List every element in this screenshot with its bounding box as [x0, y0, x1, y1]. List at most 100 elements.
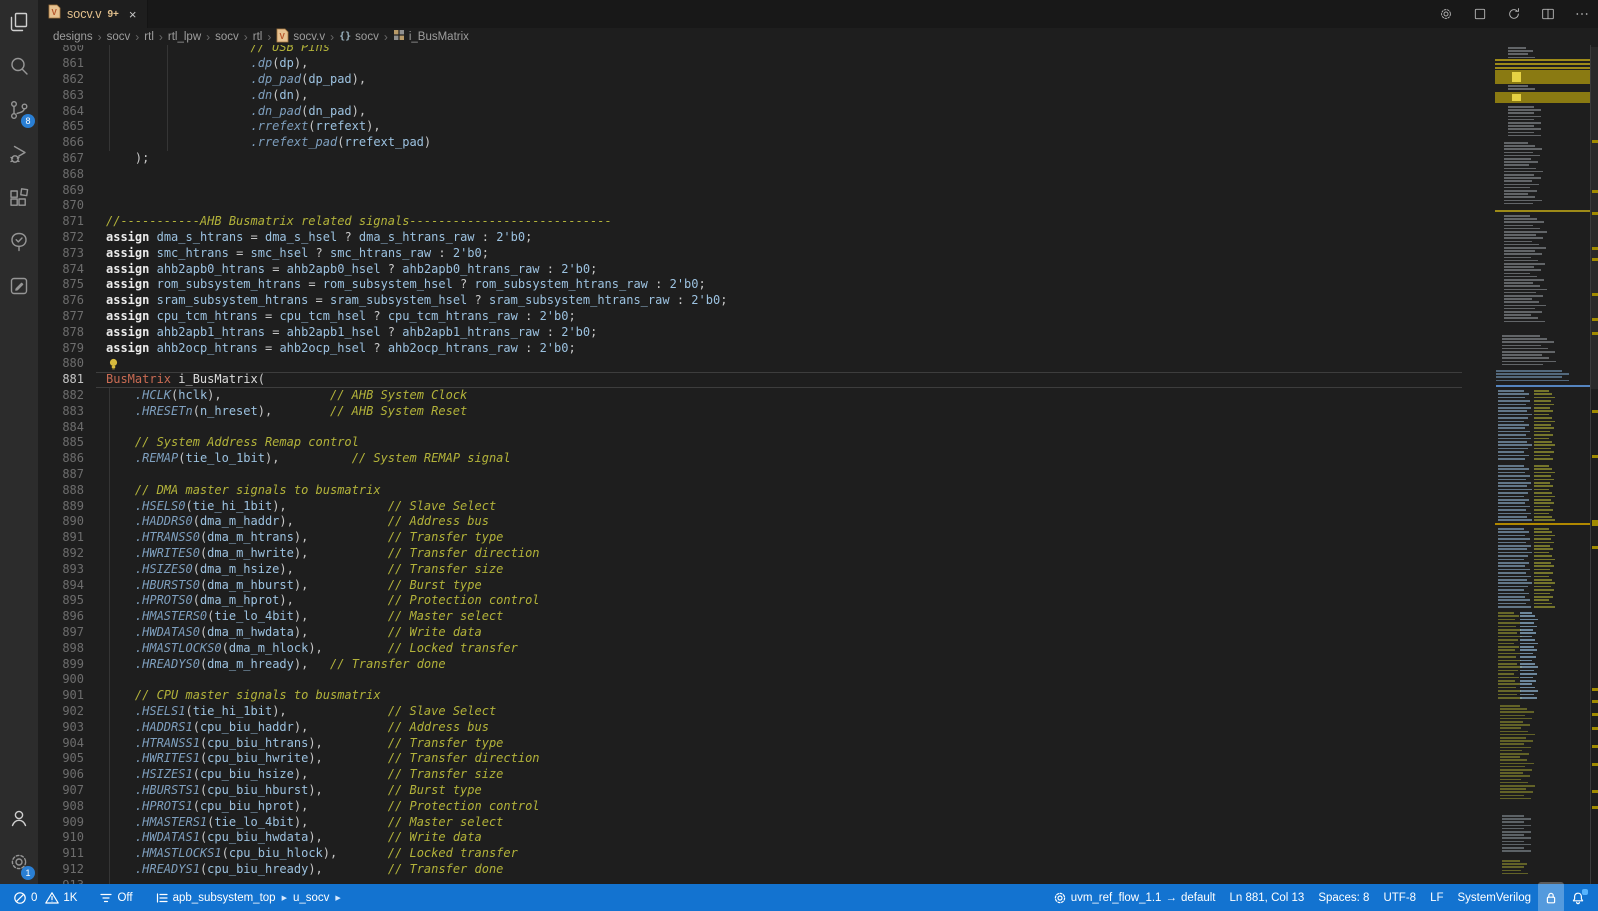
- code-line[interactable]: 907 .HBURSTS1(cpu_biu_hburst), // Burst …: [38, 783, 1462, 799]
- line-number[interactable]: 864: [38, 104, 84, 120]
- line-number[interactable]: 885: [38, 435, 84, 451]
- code-line[interactable]: 906 .HSIZES1(cpu_biu_hsize), // Transfer…: [38, 767, 1462, 783]
- line-number[interactable]: 883: [38, 404, 84, 420]
- line-number[interactable]: 894: [38, 578, 84, 594]
- code-line[interactable]: 882 .HCLK(hclk), // AHB System Clock: [38, 388, 1462, 404]
- code-line[interactable]: 897 .HWDATAS0(dma_m_hwdata), // Write da…: [38, 625, 1462, 641]
- code-line[interactable]: 863 .dn(dn),: [38, 88, 1462, 104]
- split-editor-icon[interactable]: [1540, 6, 1556, 22]
- line-number[interactable]: 862: [38, 72, 84, 88]
- code-line[interactable]: 861 .dp(dp),: [38, 56, 1462, 72]
- code-line[interactable]: 862 .dp_pad(dp_pad),: [38, 72, 1462, 88]
- line-number[interactable]: 890: [38, 514, 84, 530]
- activity-item-account[interactable]: [0, 796, 38, 840]
- line-number[interactable]: 888: [38, 483, 84, 499]
- code-line[interactable]: 885 // System Address Remap control: [38, 435, 1462, 451]
- line-number[interactable]: 886: [38, 451, 84, 467]
- activity-item-extensions[interactable]: [0, 176, 38, 220]
- line-number[interactable]: 863: [38, 88, 84, 104]
- line-number[interactable]: 907: [38, 783, 84, 799]
- line-number[interactable]: 906: [38, 767, 84, 783]
- code-line[interactable]: 903 .HADDRS1(cpu_biu_haddr), // Address …: [38, 720, 1462, 736]
- activity-item-settings[interactable]: 1: [0, 840, 38, 884]
- code-line[interactable]: 873assign smc_htrans = smc_hsel ? smc_ht…: [38, 246, 1462, 262]
- line-number[interactable]: 884: [38, 420, 84, 436]
- line-number[interactable]: 876: [38, 293, 84, 309]
- code-line[interactable]: 901 // CPU master signals to busmatrix: [38, 688, 1462, 704]
- code-line[interactable]: 900: [38, 672, 1462, 688]
- code-line[interactable]: 909 .HMASTERS1(tie_lo_4bit), // Master s…: [38, 815, 1462, 831]
- breadcrumb-item-socv.v[interactable]: Vsocv.v: [276, 28, 325, 46]
- code-line[interactable]: 869: [38, 183, 1462, 199]
- line-number[interactable]: 877: [38, 309, 84, 325]
- line-number[interactable]: 910: [38, 830, 84, 846]
- code-line[interactable]: 895 .HPROTS0(dma_m_hprot), // Protection…: [38, 593, 1462, 609]
- code-line[interactable]: 889 .HSELS0(tie_hi_1bit), // Slave Selec…: [38, 499, 1462, 515]
- line-number[interactable]: 899: [38, 657, 84, 673]
- line-number[interactable]: 909: [38, 815, 84, 831]
- code-line[interactable]: 912 .HREADYS1(cpu_biu_hready), // Transf…: [38, 862, 1462, 878]
- box-icon[interactable]: [1472, 6, 1488, 22]
- indentation-setting[interactable]: Spaces: 8: [1311, 884, 1376, 911]
- line-number[interactable]: 868: [38, 167, 84, 183]
- line-number[interactable]: 897: [38, 625, 84, 641]
- line-number[interactable]: 912: [38, 862, 84, 878]
- line-number[interactable]: 898: [38, 641, 84, 657]
- line-number[interactable]: 880: [38, 356, 84, 372]
- code-line[interactable]: 891 .HTRANSS0(dma_m_htrans), // Transfer…: [38, 530, 1462, 546]
- code-line[interactable]: 860 // USB Pins: [38, 45, 1462, 56]
- line-number[interactable]: 896: [38, 609, 84, 625]
- code-line[interactable]: 886 .REMAP(tie_lo_1bit), // System REMAP…: [38, 451, 1462, 467]
- code-line[interactable]: 890 .HADDRS0(dma_m_haddr), // Address bu…: [38, 514, 1462, 530]
- line-number[interactable]: 872: [38, 230, 84, 246]
- breadcrumb-item-socv[interactable]: {}socv: [339, 31, 379, 43]
- code-line[interactable]: 905 .HWRITES1(cpu_biu_hwrite), // Transf…: [38, 751, 1462, 767]
- code-line[interactable]: 899 .HREADYS0(dma_m_hready), // Transfer…: [38, 657, 1462, 673]
- minimap[interactable]: [1462, 45, 1590, 884]
- scrollbar-overview-ruler[interactable]: [1590, 45, 1598, 884]
- activity-item-notebook-edit[interactable]: [0, 264, 38, 308]
- code-line[interactable]: 894 .HBURSTS0(dma_m_hburst), // Burst ty…: [38, 578, 1462, 594]
- line-number[interactable]: 873: [38, 246, 84, 262]
- code-line[interactable]: 867 );: [38, 151, 1462, 167]
- language-mode[interactable]: SystemVerilog: [1450, 884, 1538, 911]
- code-line[interactable]: 910 .HWDATAS1(cpu_biu_hwdata), // Write …: [38, 830, 1462, 846]
- activity-item-testing-tree[interactable]: [0, 220, 38, 264]
- activity-item-search[interactable]: [0, 44, 38, 88]
- notifications-bell[interactable]: [1564, 884, 1592, 911]
- code-line[interactable]: 896 .HMASTERS0(tie_lo_4bit), // Master s…: [38, 609, 1462, 625]
- breadcrumb-item-i_BusMatrix[interactable]: i_BusMatrix: [393, 29, 469, 44]
- breadcrumb-item-rtl_lpw[interactable]: rtl_lpw: [168, 31, 201, 43]
- code-line[interactable]: 881BusMatrix i_BusMatrix(: [38, 372, 1462, 388]
- line-number[interactable]: 865: [38, 119, 84, 135]
- line-number[interactable]: 905: [38, 751, 84, 767]
- code-line[interactable]: 866 .rrefext_pad(rrefext_pad): [38, 135, 1462, 151]
- cursor-position[interactable]: Ln 881, Col 13: [1223, 884, 1312, 911]
- line-number[interactable]: 889: [38, 499, 84, 515]
- design-scope[interactable]: apb_subsystem_top▶u_socv▶: [148, 884, 350, 911]
- breadcrumb-item-socv[interactable]: socv: [107, 31, 131, 43]
- line-number[interactable]: 869: [38, 183, 84, 199]
- code-line[interactable]: 877assign cpu_tcm_htrans = cpu_tcm_hsel …: [38, 309, 1462, 325]
- code-editor[interactable]: 860 // USB Pins861 .dp(dp),862 .dp_pad(d…: [38, 45, 1462, 884]
- code-line[interactable]: 872assign dma_s_htrans = dma_s_hsel ? dm…: [38, 230, 1462, 246]
- lock-indicator[interactable]: [1538, 882, 1564, 911]
- code-line[interactable]: 864 .dn_pad(dn_pad),: [38, 104, 1462, 120]
- line-number[interactable]: 895: [38, 593, 84, 609]
- line-number[interactable]: 866: [38, 135, 84, 151]
- line-number[interactable]: 861: [38, 56, 84, 72]
- env-flow-selector[interactable]: uvm_ref_flow_1.1 → default: [1046, 884, 1223, 911]
- line-number[interactable]: 860: [38, 45, 84, 56]
- code-line[interactable]: 876assign sram_subsystem_htrans = sram_s…: [38, 293, 1462, 309]
- line-number[interactable]: 874: [38, 262, 84, 278]
- code-line[interactable]: 878assign ahb2apb1_htrans = ahb2apb1_hse…: [38, 325, 1462, 341]
- code-line[interactable]: 875assign rom_subsystem_htrans = rom_sub…: [38, 277, 1462, 293]
- line-number[interactable]: 892: [38, 546, 84, 562]
- line-number[interactable]: 911: [38, 846, 84, 862]
- line-number[interactable]: 903: [38, 720, 84, 736]
- line-number[interactable]: 878: [38, 325, 84, 341]
- code-line[interactable]: 892 .HWRITES0(dma_m_hwrite), // Transfer…: [38, 546, 1462, 562]
- code-line[interactable]: 870: [38, 198, 1462, 214]
- code-line[interactable]: 893 .HSIZES0(dma_m_hsize), // Transfer s…: [38, 562, 1462, 578]
- line-number[interactable]: 893: [38, 562, 84, 578]
